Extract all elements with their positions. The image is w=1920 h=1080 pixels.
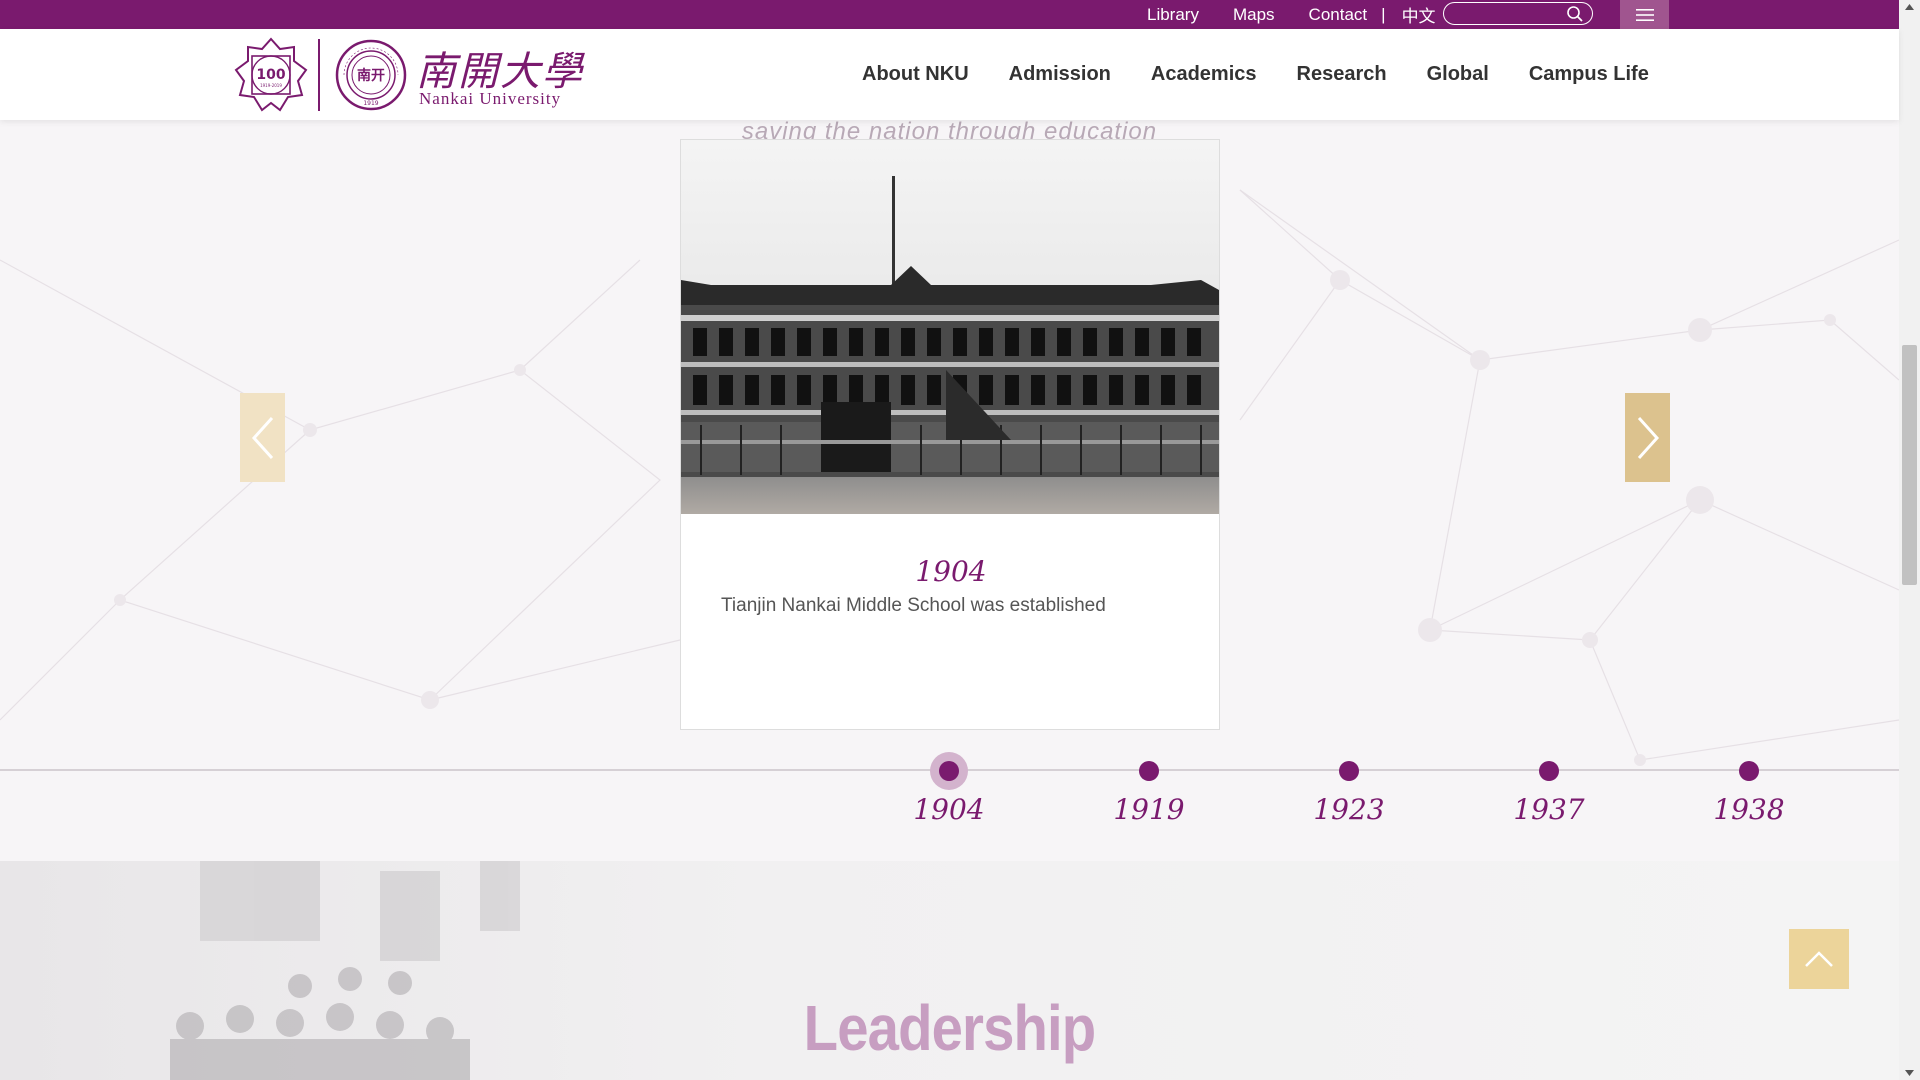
next-slide-button[interactable] [1625, 393, 1670, 482]
card-year: 1904 [915, 555, 987, 588]
timeline-item-1904[interactable]: 1904 [889, 752, 1009, 826]
language-switch-link[interactable]: 中文 [1402, 2, 1436, 27]
previous-slide-button[interactable] [240, 393, 285, 482]
timeline-year: 1938 [1713, 793, 1785, 826]
scroll-up-arrow-icon[interactable] [1905, 4, 1914, 10]
timeline-item-1938[interactable]: 1938 [1689, 752, 1809, 826]
nav-campus-life[interactable]: Campus Life [1529, 63, 1649, 86]
search-input[interactable] [1454, 5, 1563, 23]
logo-seal-text: 南开 [357, 67, 385, 84]
main-navigation: About NKU Admission Academics Research G… [862, 29, 1689, 120]
leadership-section: Leadership [0, 861, 1899, 1080]
library-link[interactable]: Library [1147, 5, 1199, 25]
top-search-box[interactable] [1443, 2, 1593, 25]
logo-badge-text: 100 [256, 67, 285, 83]
search-icon[interactable] [1566, 5, 1584, 23]
history-card[interactable]: 1904 Tianjin Nankai Middle School was es… [680, 139, 1220, 730]
nav-admission[interactable]: Admission [1009, 63, 1111, 86]
history-section: saving the nation through education 1904… [0, 120, 1899, 861]
nav-research[interactable]: Research [1297, 63, 1387, 86]
nav-global[interactable]: Global [1427, 63, 1489, 86]
timeline-dot [1339, 761, 1359, 781]
logo-english-name: Nankai University [419, 89, 562, 108]
nav-about-nku[interactable]: About NKU [862, 63, 969, 86]
contact-link[interactable]: Contact [1309, 5, 1368, 25]
timeline-item-1923[interactable]: 1923 [1289, 752, 1409, 826]
timeline-year: 1937 [1513, 793, 1585, 826]
scroll-down-arrow-icon[interactable] [1905, 1070, 1914, 1076]
top-links: Library Maps Contact | 中文 [1147, 0, 1452, 29]
timeline-dot [1139, 761, 1159, 781]
timeline-dot [1739, 761, 1759, 781]
logo-badge-years: 1919-2019 [260, 83, 282, 88]
top-separator: | [1381, 4, 1386, 24]
page-scrollbar[interactable] [1899, 0, 1920, 1080]
historic-building-photo [681, 140, 1219, 514]
hamburger-icon [1635, 8, 1654, 21]
timeline-year: 1923 [1313, 793, 1385, 826]
logo-seal-year: 1919 [363, 100, 378, 107]
timeline-item-1937[interactable]: 1937 [1489, 752, 1609, 826]
timeline-year: 1919 [1113, 793, 1185, 826]
site-header: 100 1919-2019 南开 1919 南開大學 Nankai Univer… [0, 29, 1899, 120]
back-to-top-button[interactable] [1789, 929, 1849, 989]
chevron-left-icon [251, 416, 273, 459]
timeline-dot [1539, 761, 1559, 781]
timeline-item-1919[interactable]: 1919 [1089, 752, 1209, 826]
nav-academics[interactable]: Academics [1151, 63, 1257, 86]
leadership-title: Leadership [803, 992, 1097, 1064]
university-seal-logo[interactable]: 南开 1919 [335, 39, 407, 111]
top-utility-bar: Library Maps Contact | 中文 [0, 0, 1899, 29]
chevron-right-icon [1637, 416, 1659, 459]
timeline-year: 1904 [913, 793, 985, 826]
logo-divider [318, 39, 320, 111]
timeline-dot-active [939, 761, 959, 781]
centennial-logo[interactable]: 100 1919-2019 [234, 37, 308, 113]
maps-link[interactable]: Maps [1233, 5, 1275, 25]
menu-button[interactable] [1620, 0, 1669, 29]
scrollbar-thumb[interactable] [1902, 345, 1917, 585]
card-description: Tianjin Nankai Middle School was establi… [721, 595, 1106, 616]
chevron-up-icon [1805, 951, 1833, 967]
